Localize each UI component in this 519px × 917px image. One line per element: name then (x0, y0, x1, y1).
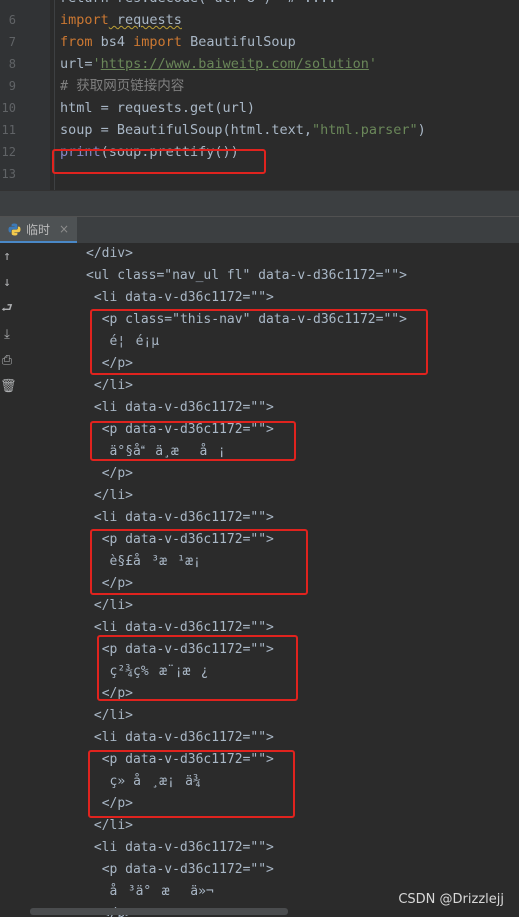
editor-line[interactable]: 8 url='https://www.baiweitp.com/solution' (0, 53, 519, 75)
console-line: <li data-v-d36c1172=""> (93, 290, 274, 305)
console-line: <li data-v-d36c1172=""> (93, 510, 274, 525)
code-token: , (303, 122, 312, 138)
print-icon[interactable]: ⎙ (0, 351, 14, 371)
code-token: return res.decode('utf-8') # .... (60, 0, 336, 6)
console-line: </li> (93, 708, 133, 723)
close-icon[interactable]: × (59, 222, 69, 236)
code-token: ' (368, 56, 378, 72)
tab-run-config[interactable]: 临时 × (0, 217, 78, 243)
code-text: from bs4 import BeautifulSoup (60, 31, 296, 53)
code-token: bs4 (92, 34, 134, 50)
trash-icon[interactable]: 🗑 (0, 377, 17, 397)
soft-wrap-icon[interactable]: ⮐ (0, 299, 14, 319)
editor-line[interactable]: 7 from bs4 import BeautifulSoup (0, 31, 519, 53)
code-token: https://www.baiweitp.com/solution (100, 56, 369, 72)
code-token: "html.parser" (311, 122, 418, 138)
python-icon (8, 223, 21, 236)
line-number: 12 (1, 145, 16, 159)
console-line: </li> (93, 488, 133, 503)
watermark: CSDN @Drizzlejj (398, 892, 504, 907)
run-panel-header: 临时 × (0, 216, 519, 244)
console-line: å ³ä°æä»¬ (109, 884, 214, 899)
line-number: 8 (8, 57, 16, 71)
console-line: </li> (93, 818, 133, 833)
highlight-box-4 (97, 635, 298, 701)
console-line: <li data-v-d36c1172=""> (93, 400, 274, 415)
code-text: import requests (60, 9, 182, 31)
code-token: html = requests.get(url) (60, 100, 256, 116)
up-arrow-icon[interactable]: ↑ (0, 247, 14, 267)
line-number: 11 (1, 123, 16, 137)
code-token: requests (108, 12, 182, 28)
run-console[interactable]: ↑ ↓ ⮐ ⤓ ⎙ 🗑 </div> <ul class="nav_ul fl" … (0, 243, 519, 917)
line-number: 9 (8, 79, 16, 93)
highlight-box-1 (90, 309, 428, 375)
console-line: <p data-v-d36c1172=""> (101, 862, 274, 877)
tab-run-config-label: 临时 (26, 222, 51, 237)
editor-line[interactable]: 9 # 获取网页链接内容 (0, 75, 519, 97)
code-token: url= (60, 56, 93, 72)
editor-line[interactable]: 11 soup = BeautifulSoup(html.text,"html.p… (0, 119, 519, 141)
horizontal-scrollbar[interactable] (30, 908, 288, 915)
line-number: 7 (8, 35, 16, 49)
code-token: import (133, 34, 182, 50)
highlight-box-2 (90, 421, 296, 461)
console-line: </li> (93, 378, 133, 393)
highlight-box-print-line (52, 149, 266, 174)
code-text: # 获取网页链接内容 (60, 75, 184, 97)
console-line: <li data-v-d36c1172=""> (93, 840, 274, 855)
code-text: html = requests.get(url) (60, 97, 255, 119)
editor-line[interactable]: return res.decode('utf-8') # .... (0, 0, 519, 9)
line-number: 6 (8, 13, 16, 27)
code-token: ' (92, 56, 101, 72)
code-token: BeautifulSoup (181, 34, 296, 50)
editor-line[interactable]: 6 import requests (0, 9, 519, 31)
console-line: <ul class="nav_ul fl" data-v-d36c1172=""… (86, 268, 407, 283)
code-text: return res.decode('utf-8') # .... (60, 0, 336, 9)
scroll-to-end-icon[interactable]: ⤓ (0, 325, 14, 345)
code-token: import (60, 12, 109, 28)
console-line: </div> (86, 246, 133, 261)
console-line: </li> (93, 598, 133, 613)
line-number: 10 (1, 101, 16, 115)
code-token: ) (417, 122, 426, 138)
line-number: 13 (1, 167, 16, 181)
highlight-box-5 (88, 750, 295, 818)
highlight-box-3 (90, 529, 308, 595)
console-toolbar: ↑ ↓ ⮐ ⤓ ⎙ 🗑 (0, 243, 17, 917)
code-token: # 获取网页链接内容 (60, 78, 185, 94)
code-text: soup = BeautifulSoup(html.text,"html.par… (60, 119, 426, 141)
code-editor[interactable]: return res.decode('utf-8') # .... 6 import… (0, 0, 519, 190)
code-token: from (60, 34, 93, 50)
console-line: </p> (101, 466, 133, 481)
editor-line[interactable]: 10 html = requests.get(url) (0, 97, 519, 119)
console-line: <li data-v-d36c1172=""> (93, 730, 274, 745)
code-token: soup = BeautifulSoup(html.text (60, 122, 304, 138)
down-arrow-icon[interactable]: ↓ (0, 273, 14, 293)
panel-divider (0, 190, 519, 217)
code-text: url='https://www.baiweitp.com/solution' (60, 53, 377, 75)
